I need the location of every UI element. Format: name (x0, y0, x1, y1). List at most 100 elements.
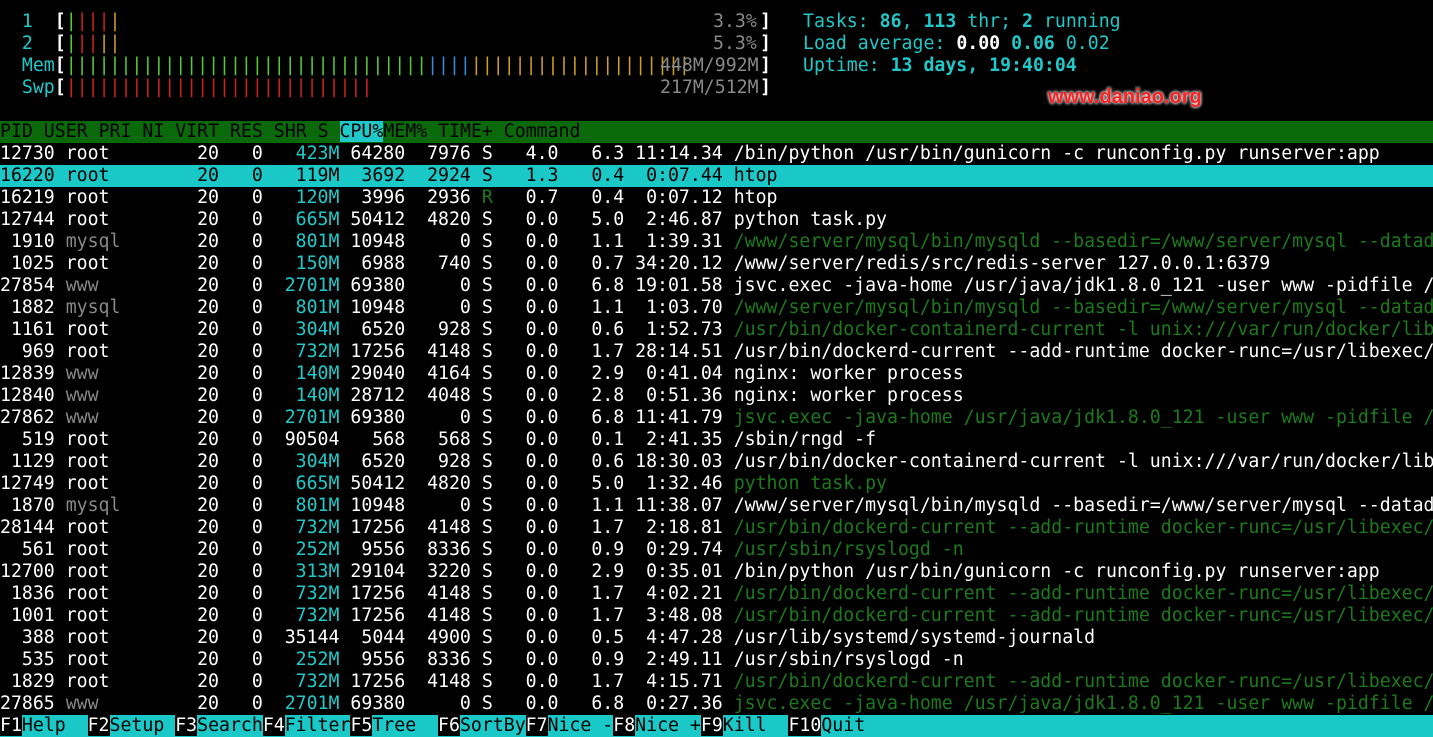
footer-action-setup[interactable]: Setup (110, 715, 176, 736)
process-row[interactable]: 1836 root 20 0 732M 17256 4148 S 0.0 1.7… (0, 583, 1433, 605)
footer-action-tree[interactable]: Tree (372, 715, 438, 736)
header-command[interactable]: Command (493, 121, 581, 142)
process-row[interactable]: 16219 root 20 0 120M 3996 2936 R 0.7 0.4… (0, 187, 1433, 209)
header-mem[interactable]: MEM% (383, 121, 427, 142)
footer-key-f6[interactable]: F6 (438, 715, 460, 736)
footer-action-search[interactable]: Search (197, 715, 263, 736)
pid-cell: 969 (0, 341, 55, 362)
swp-value: 217M/512M (660, 77, 759, 98)
time-cell: 0:51.36 (624, 385, 723, 406)
pid-cell: 28144 (0, 517, 55, 538)
shr-cell: 4148 (405, 517, 471, 538)
user-cell: root (54, 187, 165, 208)
column-header[interactable]: PID USER PRI NI VIRT RES SHR S CPU%MEM% … (0, 121, 1433, 143)
footer-key-f2[interactable]: F2 (87, 715, 110, 736)
process-row[interactable]: 16220 root 20 0 119M 3692 2924 S 1.3 0.4… (0, 165, 1433, 187)
res-cell: 50412 (339, 209, 406, 230)
state-cell: S (470, 363, 493, 384)
header-ni[interactable]: NI (131, 121, 164, 142)
process-row[interactable]: 27862 www 20 0 2701M 69380 0 S 0.0 6.8 1… (0, 407, 1433, 429)
footer-key-f3[interactable]: F3 (175, 715, 198, 736)
process-row[interactable]: 12730 root 20 0 423M 64280 7976 S 4.0 6.… (0, 143, 1433, 165)
header-time[interactable]: TIME+ (427, 121, 493, 142)
command-cell: htop (722, 165, 778, 186)
footer-key-f10[interactable]: F10 (788, 715, 822, 736)
time-cell: 11:14.34 (624, 143, 723, 164)
footer-key-f5[interactable]: F5 (350, 715, 373, 736)
process-row[interactable]: 12840 www 20 0 140M 28712 4048 S 0.0 2.8… (0, 385, 1433, 407)
time-cell: 18:30.03 (624, 451, 723, 472)
mem-cell: 0.6 (558, 319, 625, 340)
res-cell: 10948 (339, 297, 406, 318)
pri-cell: 20 (164, 605, 219, 626)
virt-cell: 150M (262, 253, 340, 274)
process-row[interactable]: 27865 www 20 0 2701M 69380 0 S 0.0 6.8 0… (0, 693, 1433, 715)
command-cell: jsvc.exec -java-home /usr/java/jdk1.8.0_… (722, 275, 1433, 296)
header-cpu[interactable]: CPU% (339, 121, 384, 142)
process-row[interactable]: 1001 root 20 0 732M 17256 4148 S 0.0 1.7… (0, 605, 1433, 627)
watermark: www.daniao.org (1048, 86, 1202, 108)
footer-action-sortby[interactable]: SortBy (460, 715, 526, 736)
process-row[interactable]: 519 root 20 0 90504 568 568 S 0.0 0.1 2:… (0, 429, 1433, 451)
footer-action-help[interactable]: Help (22, 715, 88, 736)
process-row[interactable]: 12749 root 20 0 665M 50412 4820 S 0.0 5.… (0, 473, 1433, 495)
res-cell: 69380 (339, 693, 406, 714)
cpu-cell: 0.0 (492, 253, 559, 274)
shr-cell: 4148 (405, 671, 471, 692)
footer-action-filter[interactable]: Filter (285, 715, 351, 736)
process-row[interactable]: 1910 mysql 20 0 801M 10948 0 S 0.0 1.1 1… (0, 231, 1433, 253)
pri-cell: 20 (164, 385, 219, 406)
process-row[interactable]: 1129 root 20 0 304M 6520 928 S 0.0 0.6 1… (0, 451, 1433, 473)
process-row[interactable]: 1161 root 20 0 304M 6520 928 S 0.0 0.6 1… (0, 319, 1433, 341)
header-shr[interactable]: SHR (263, 121, 307, 142)
header-pri[interactable]: PRI (99, 121, 132, 142)
footer-action-kill[interactable]: Kill (723, 715, 789, 736)
cpu-cell: 0.0 (492, 275, 559, 296)
time-cell: 1:39.31 (624, 231, 723, 252)
pri-cell: 20 (164, 231, 219, 252)
process-row[interactable]: 28144 root 20 0 732M 17256 4148 S 0.0 1.… (0, 517, 1433, 539)
footer-key-f9[interactable]: F9 (700, 715, 723, 736)
cpu-cell: 0.0 (492, 649, 559, 670)
footer-key-f1[interactable]: F1 (0, 715, 22, 736)
mem-cell: 1.7 (558, 517, 625, 538)
header-user[interactable]: USER (33, 121, 99, 142)
process-row[interactable]: 12700 root 20 0 313M 29104 3220 S 0.0 2.… (0, 561, 1433, 583)
command-cell: /www/server/mysql/bin/mysqld --basedir=/… (722, 231, 1433, 252)
process-row[interactable]: 561 root 20 0 252M 9556 8336 S 0.0 0.9 0… (0, 539, 1433, 561)
process-row[interactable]: 1882 mysql 20 0 801M 10948 0 S 0.0 1.1 1… (0, 297, 1433, 319)
res-cell: 10948 (339, 231, 406, 252)
cpu1-label: 1 (21, 11, 33, 32)
time-cell: 4:47.28 (624, 627, 723, 648)
process-row[interactable]: 12744 root 20 0 665M 50412 4820 S 0.0 5.… (0, 209, 1433, 231)
mem-cell: 5.0 (558, 473, 625, 494)
pri-cell: 20 (164, 429, 219, 450)
time-cell: 0:07.12 (624, 187, 723, 208)
footer-action-nice[interactable]: Nice - (548, 715, 614, 736)
state-cell: S (470, 275, 493, 296)
footer-key-f8[interactable]: F8 (613, 715, 636, 736)
pri-cell: 20 (164, 165, 219, 186)
mem-cell: 6.8 (558, 693, 625, 714)
state-cell: S (470, 605, 493, 626)
footer-key-f4[interactable]: F4 (262, 715, 285, 736)
footer-action-nice[interactable]: Nice + (635, 715, 701, 736)
header-pid[interactable]: PID (0, 121, 33, 142)
footer-action-quit[interactable]: Quit (821, 715, 887, 736)
footer-key-f7[interactable]: F7 (525, 715, 548, 736)
header-s[interactable]: S (307, 121, 340, 142)
pid-cell: 12839 (0, 363, 55, 384)
process-row[interactable]: 969 root 20 0 732M 17256 4148 S 0.0 1.7 … (0, 341, 1433, 363)
process-row[interactable]: 1870 mysql 20 0 801M 10948 0 S 0.0 1.1 1… (0, 495, 1433, 517)
process-row[interactable]: 27854 www 20 0 2701M 69380 0 S 0.0 6.8 1… (0, 275, 1433, 297)
command-cell: /www/server/mysql/bin/mysqld --basedir=/… (722, 297, 1433, 318)
header-virt[interactable]: VIRT (164, 121, 219, 142)
virt-cell: 665M (262, 473, 340, 494)
process-row[interactable]: 535 root 20 0 252M 9556 8336 S 0.0 0.9 2… (0, 649, 1433, 671)
process-row[interactable]: 12839 www 20 0 140M 29040 4164 S 0.0 2.9… (0, 363, 1433, 385)
process-row[interactable]: 1025 root 20 0 150M 6988 740 S 0.0 0.7 3… (0, 253, 1433, 275)
header-res[interactable]: RES (219, 121, 263, 142)
mem-cell: 0.1 (558, 429, 625, 450)
process-row[interactable]: 1829 root 20 0 732M 17256 4148 S 0.0 1.7… (0, 671, 1433, 693)
process-row[interactable]: 388 root 20 0 35144 5044 4900 S 0.0 0.5 … (0, 627, 1433, 649)
